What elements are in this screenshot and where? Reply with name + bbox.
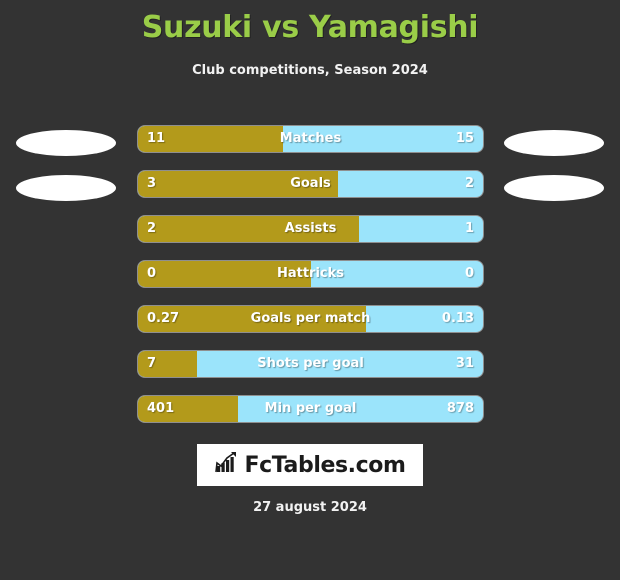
fctables-logo-text: FcTables.com [244,452,406,478]
stat-row: 401 Min per goal 878 [138,396,483,422]
away-value: 0 [464,266,474,281]
stat-label: Shots per goal [257,356,364,371]
away-value: 0.13 [441,311,474,326]
page-title: Suzuki vs Yamagishi [141,10,479,45]
away-value: 15 [455,131,474,146]
away-team-badge-placeholder-1 [504,130,604,156]
away-value: 2 [464,176,474,191]
stat-comparison-page: Suzuki vs Yamagishi Club competitions, S… [0,0,620,580]
generated-date: 27 august 2024 [253,500,367,515]
away-value: 1 [464,221,474,236]
stat-label: Min per goal [264,401,357,416]
page-subtitle: Club competitions, Season 2024 [192,63,428,78]
home-team-badge-placeholder-1 [16,130,116,156]
stat-row: 7 Shots per goal 31 [138,351,483,377]
away-team-badge-placeholder-2 [504,175,604,201]
stat-row: 0 Hattricks 0 [138,261,483,287]
stat-label: Matches [279,131,342,146]
away-value: 31 [455,356,474,371]
stat-rows-list: 11 Matches 15 3 Goals 2 2 Assists 1 0 Ha… [138,126,483,441]
stat-label: Goals [290,176,331,191]
home-team-badge-placeholder-2 [16,175,116,201]
stat-label: Hattricks [276,266,345,281]
stat-label: Goals per match [250,311,371,326]
stat-row: 11 Matches 15 [138,126,483,152]
away-value: 878 [446,401,474,416]
stat-row: 2 Assists 1 [138,216,483,242]
stat-row: 0.27 Goals per match 0.13 [138,306,483,332]
bar-chart-growth-icon [214,451,240,480]
stat-row: 3 Goals 2 [138,171,483,197]
stat-label: Assists [284,221,337,236]
fctables-logo[interactable]: FcTables.com [197,444,423,486]
